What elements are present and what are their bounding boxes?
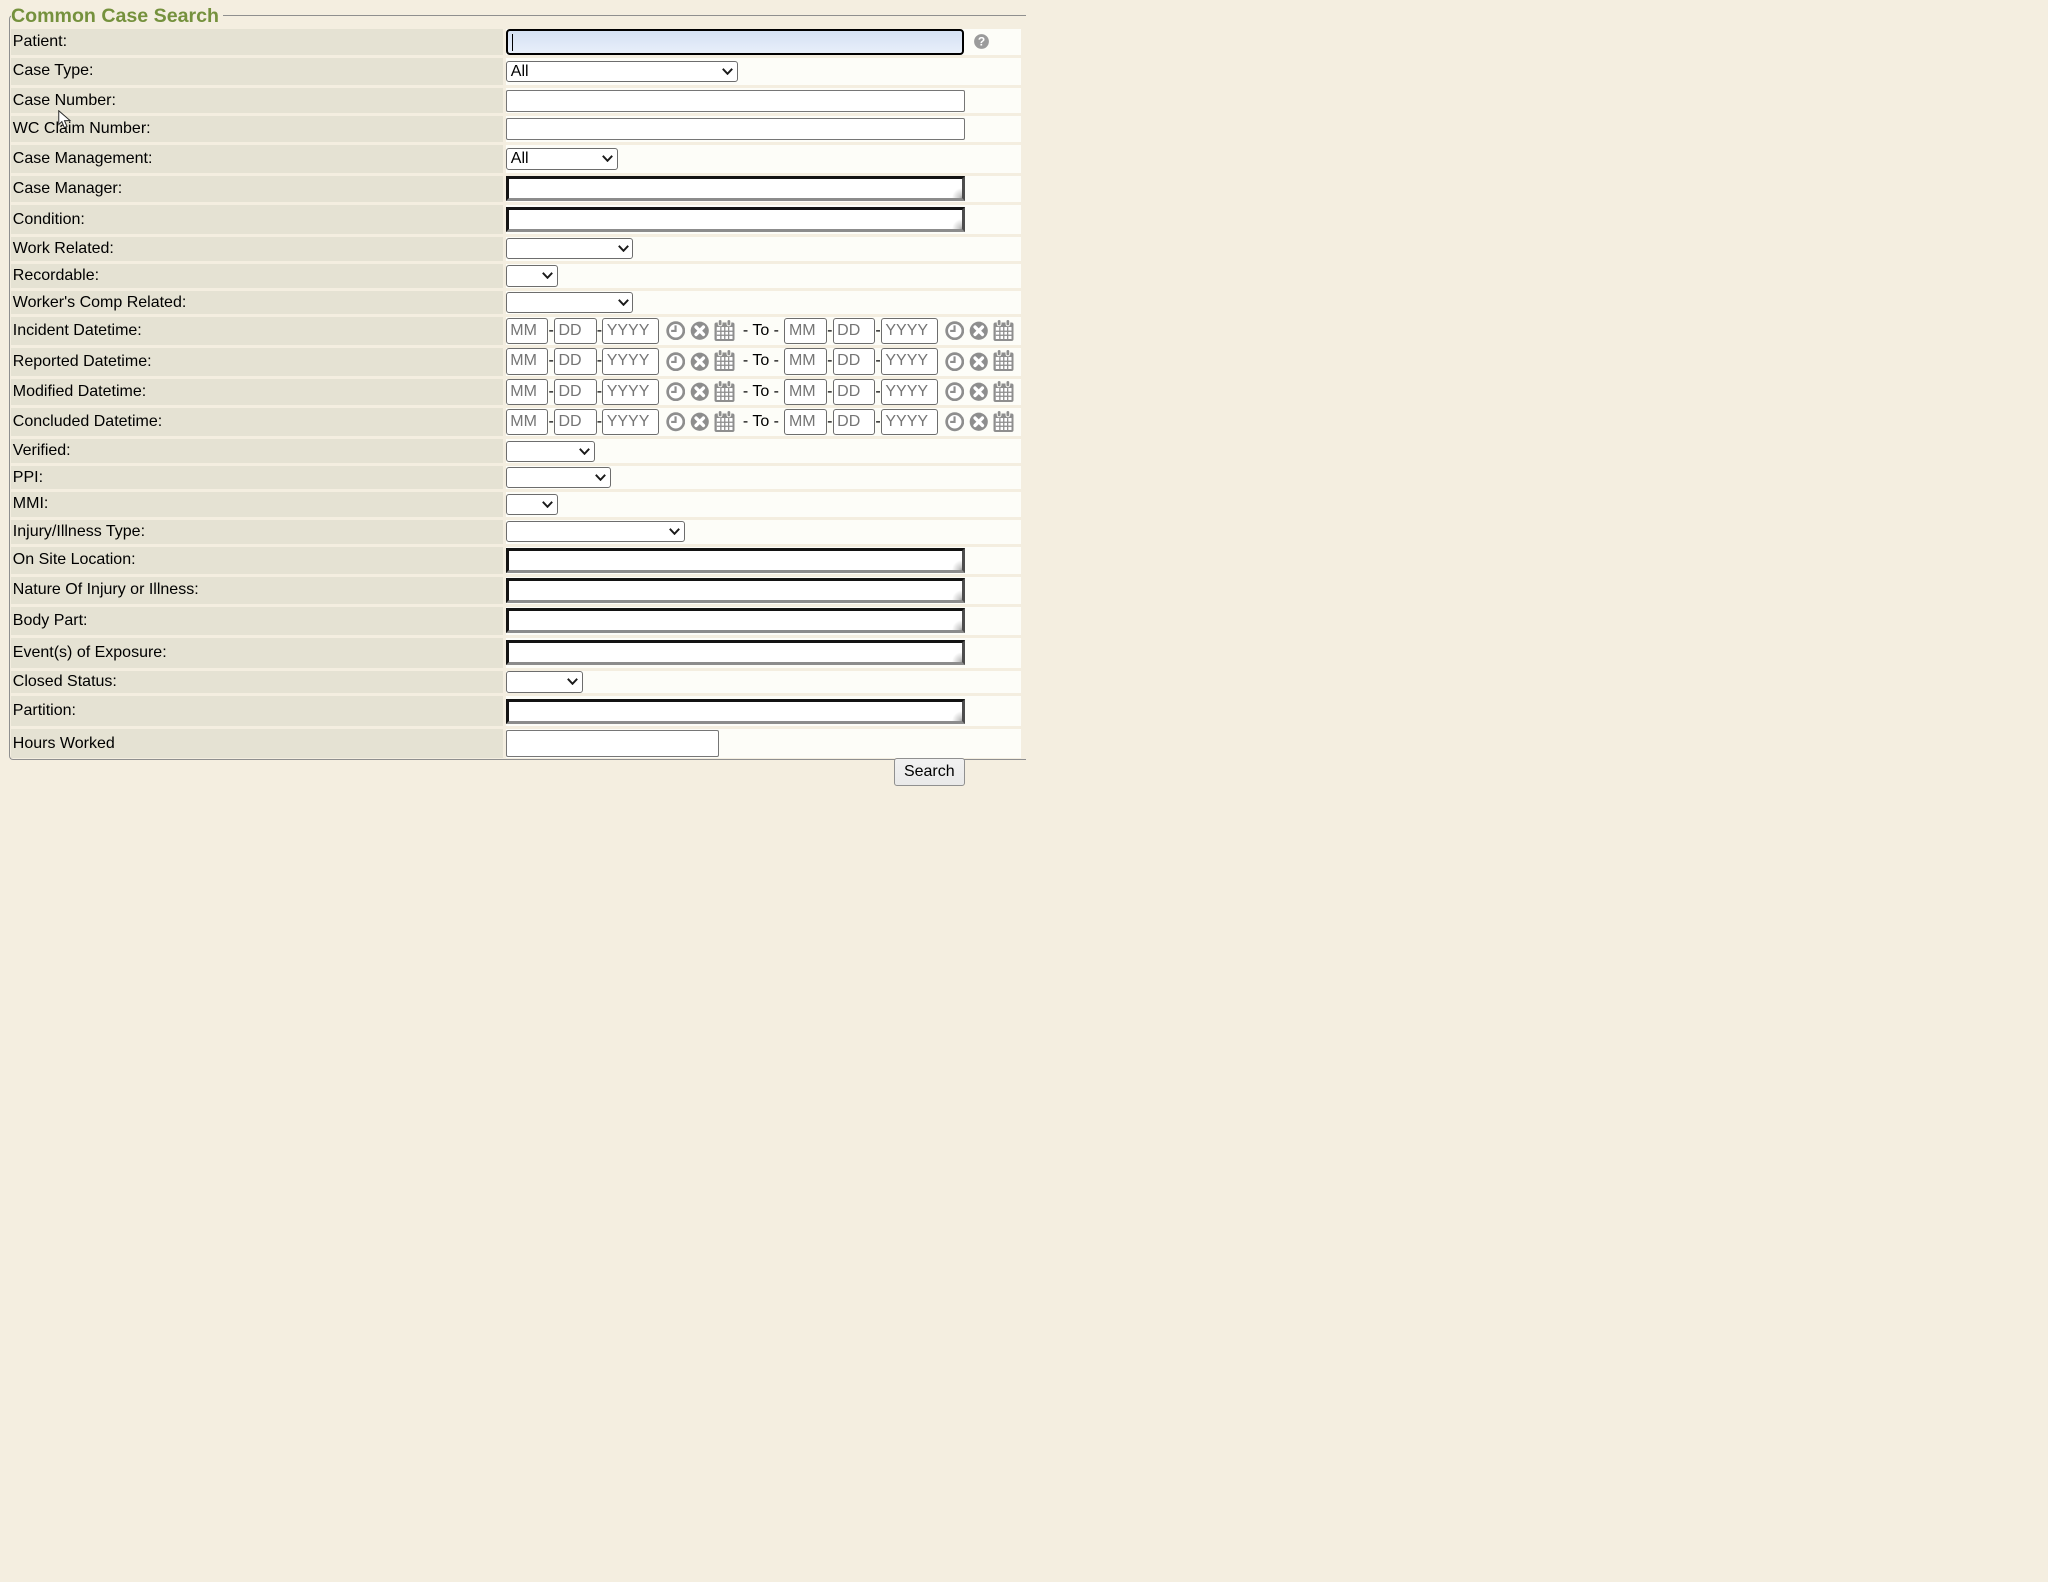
svg-text:?: ? [978, 34, 985, 48]
